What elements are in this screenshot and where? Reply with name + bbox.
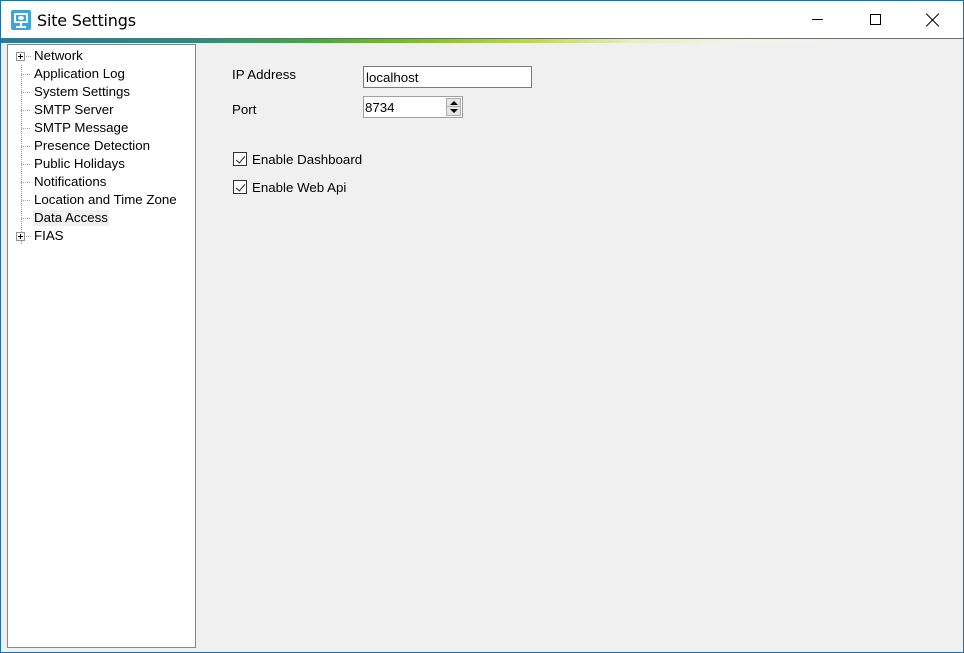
enable-dashboard-checkbox-row[interactable]: Enable Dashboard bbox=[233, 150, 362, 168]
tree-branch-line bbox=[21, 182, 31, 183]
spinner-buttons bbox=[446, 98, 461, 116]
minimize-icon bbox=[811, 19, 823, 20]
ip-address-label: IP Address bbox=[232, 67, 297, 82]
tree-item-label: Application Log bbox=[34, 66, 125, 81]
maximize-icon bbox=[869, 14, 881, 25]
arrow-up-icon bbox=[449, 100, 458, 105]
enable-web-api-label: Enable Web Api bbox=[252, 179, 347, 195]
app-settings-monitor-icon bbox=[11, 10, 31, 30]
tree-item-presence-detection[interactable]: Presence Detection bbox=[8, 137, 196, 155]
expand-plus-icon[interactable] bbox=[16, 52, 25, 61]
tree-item-data-access[interactable]: Data Access bbox=[8, 209, 196, 227]
tree-item-label: SMTP Server bbox=[34, 102, 114, 117]
settings-tree[interactable]: Network Application Log System Settings … bbox=[7, 44, 196, 648]
tree-item-label: FIAS bbox=[34, 228, 64, 243]
tree-item-network[interactable]: Network bbox=[8, 47, 196, 65]
enable-dashboard-label: Enable Dashboard bbox=[252, 151, 363, 167]
tree-branch-line bbox=[21, 110, 31, 111]
tree-item-application-log[interactable]: Application Log bbox=[8, 65, 196, 83]
spin-up-button[interactable] bbox=[447, 99, 460, 107]
close-button[interactable] bbox=[904, 1, 962, 38]
title-bar[interactable]: Site Settings bbox=[1, 1, 963, 38]
tree-item-location-and-time-zone[interactable]: Location and Time Zone bbox=[8, 191, 196, 209]
ip-address-input[interactable] bbox=[363, 66, 532, 88]
tree-item-label: Network bbox=[34, 48, 83, 63]
tree-item-smtp-server[interactable]: SMTP Server bbox=[8, 101, 196, 119]
port-input[interactable] bbox=[364, 97, 444, 117]
expand-plus-icon[interactable] bbox=[16, 232, 25, 241]
tree-branch-line bbox=[26, 236, 32, 237]
minimize-button[interactable] bbox=[788, 1, 846, 38]
tree-item-smtp-message[interactable]: SMTP Message bbox=[8, 119, 196, 137]
window-title: Site Settings bbox=[37, 11, 136, 30]
enable-web-api-checkbox[interactable] bbox=[233, 180, 247, 194]
enable-web-api-checkbox-row[interactable]: Enable Web Api bbox=[233, 178, 346, 196]
tree-branch-line bbox=[21, 218, 31, 219]
maximize-button[interactable] bbox=[846, 1, 904, 38]
tree-branch-line bbox=[26, 56, 32, 57]
tree-branch-line bbox=[21, 200, 31, 201]
tree-branch-line bbox=[21, 164, 31, 165]
tree-branch-line bbox=[21, 128, 31, 129]
tree-item-label: System Settings bbox=[34, 84, 131, 99]
close-icon bbox=[926, 13, 940, 27]
tree-item-public-holidays[interactable]: Public Holidays bbox=[8, 155, 196, 173]
tree-item-fias[interactable]: FIAS bbox=[8, 227, 196, 245]
tree-branch-line bbox=[21, 92, 31, 93]
tree-branch-line bbox=[21, 146, 31, 147]
header-gradient-divider bbox=[1, 38, 963, 43]
tree-item-label: Location and Time Zone bbox=[34, 192, 177, 207]
tree-item-label: Data Access bbox=[33, 210, 109, 226]
site-settings-window: Site Settings Network Application Log Sy… bbox=[0, 0, 964, 653]
enable-dashboard-checkbox[interactable] bbox=[233, 152, 247, 166]
tree-branch-line bbox=[21, 74, 31, 75]
port-spinner[interactable] bbox=[363, 96, 463, 118]
spin-down-button[interactable] bbox=[447, 107, 460, 115]
tree-item-label: Public Holidays bbox=[34, 156, 125, 171]
tree-item-label: SMTP Message bbox=[34, 120, 129, 135]
arrow-down-icon bbox=[449, 109, 458, 113]
tree-item-notifications[interactable]: Notifications bbox=[8, 173, 196, 191]
tree-item-label: Notifications bbox=[34, 174, 107, 189]
tree-item-label: Presence Detection bbox=[34, 138, 151, 153]
settings-panel: IP Address Port Enable Dashboard Enable … bbox=[200, 44, 961, 648]
port-label: Port bbox=[232, 102, 257, 117]
tree-item-system-settings[interactable]: System Settings bbox=[8, 83, 196, 101]
